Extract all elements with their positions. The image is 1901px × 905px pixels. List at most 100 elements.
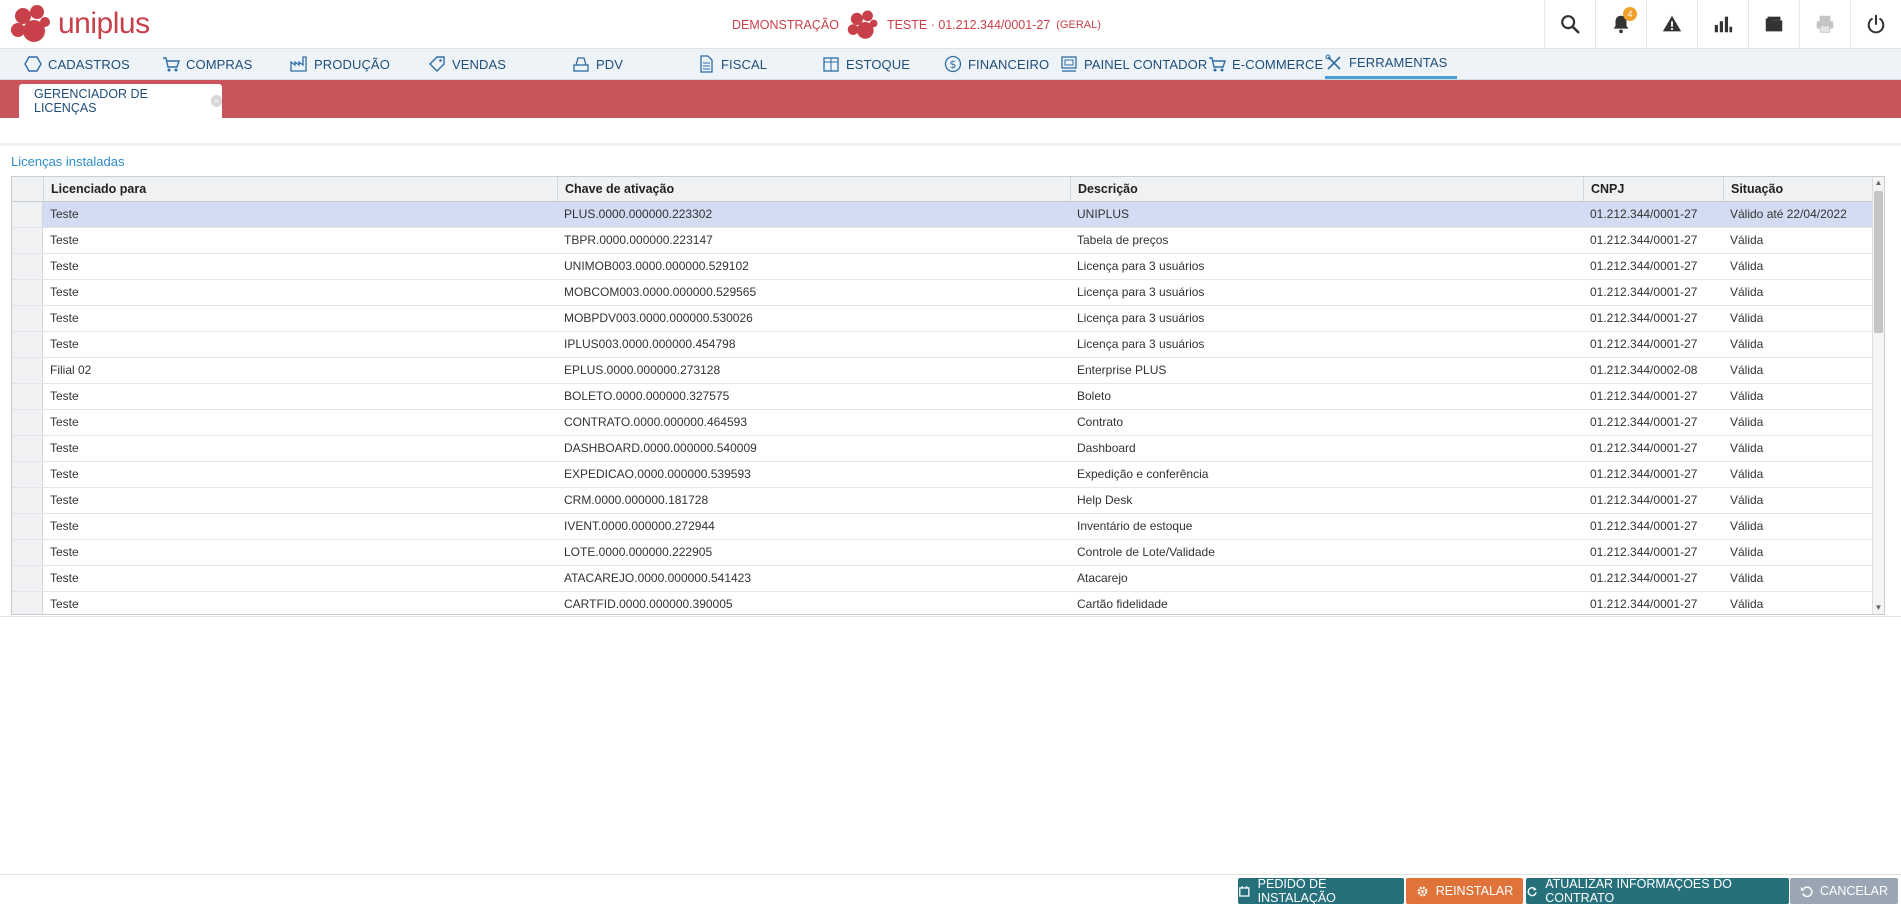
- print-button[interactable]: [1799, 0, 1850, 48]
- table-row[interactable]: Filial 02 EPLUS.0000.000000.273128 Enterpr…: [12, 358, 1872, 384]
- row-header[interactable]: [12, 254, 43, 279]
- table-row[interactable]: Teste CONTRATO.0000.000000.464593 Contrato…: [12, 410, 1872, 436]
- tools-icon: [1325, 54, 1341, 70]
- uniplus-logo[interactable]: uniplus: [10, 4, 150, 44]
- alerts-button[interactable]: [1646, 0, 1697, 48]
- row-header[interactable]: [12, 514, 43, 539]
- licensed-to-cell: Teste: [50, 493, 79, 507]
- licensed-to-cell: Teste: [50, 415, 79, 429]
- row-header[interactable]: [12, 462, 43, 487]
- row-header[interactable]: [12, 228, 43, 253]
- activation-key-cell: CRM.0000.000000.181728: [564, 493, 709, 507]
- top-bar: uniplus DEMONSTRAÇÃO TESTE · 01.212.344/…: [0, 0, 1901, 49]
- row-header[interactable]: [12, 540, 43, 565]
- row-header[interactable]: [12, 306, 43, 331]
- table-row[interactable]: Teste MOBPDV003.0000.000000.530026 Licença…: [12, 306, 1872, 332]
- table-row[interactable]: Teste BOLETO.0000.000000.327575 Boleto 01.2…: [12, 384, 1872, 410]
- table-row[interactable]: Teste ATACAREJO.0000.000000.541423 Atacare…: [12, 566, 1872, 592]
- status-cell: Válida: [1730, 441, 1764, 455]
- table-row[interactable]: Teste TBPR.0000.000000.223147 Tabela de pr…: [12, 228, 1872, 254]
- reinstalar-button[interactable]: REINSTALAR: [1406, 878, 1523, 904]
- company-selector[interactable]: DEMONSTRAÇÃO TESTE · 01.212.344/0001-27 …: [732, 10, 1101, 39]
- table-row[interactable]: Teste IPLUS003.0000.000000.454798 Licença …: [12, 332, 1872, 358]
- column-header[interactable]: CNPJ: [1583, 177, 1723, 201]
- cancelar-button[interactable]: CANCELAR: [1790, 878, 1898, 904]
- menu-label: PRODUÇÃO: [314, 56, 390, 72]
- menu-label: FINANCEIRO: [968, 56, 1050, 72]
- row-header[interactable]: [12, 280, 43, 305]
- panel-icon: [1061, 56, 1077, 72]
- activation-key-cell: EXPEDICAO.0000.000000.539593: [564, 467, 751, 481]
- table-row[interactable]: Teste IVENT.0000.000000.272944 Inventário …: [12, 514, 1872, 540]
- menu-pdv[interactable]: PDV: [572, 49, 623, 79]
- documents-button[interactable]: [1748, 0, 1799, 48]
- description-cell: Help Desk: [1077, 493, 1133, 507]
- search-button[interactable]: [1544, 0, 1595, 48]
- table-row[interactable]: Teste CRM.0000.000000.181728 Help Desk 01.2…: [12, 488, 1872, 514]
- activation-key-cell: BOLETO.0000.000000.327575: [564, 389, 730, 403]
- licensed-to-cell: Teste: [50, 571, 79, 585]
- scroll-thumb[interactable]: [1874, 191, 1883, 333]
- status-cell: Válida: [1730, 545, 1764, 559]
- tab-gerenciador-licencas[interactable]: GERENCIADOR DE LICENÇAS ×: [19, 84, 222, 118]
- menu-label: PDV: [596, 56, 624, 72]
- scroll-down-icon[interactable]: ▼: [1873, 602, 1884, 614]
- column-header[interactable]: Situação: [1723, 177, 1873, 201]
- table-scrollbar[interactable]: ▲ ▼: [1872, 177, 1884, 614]
- row-header[interactable]: [12, 384, 43, 409]
- row-header[interactable]: [12, 202, 43, 227]
- pedido-instalacao-button[interactable]: PEDIDO DE INSTALAÇÃO: [1238, 877, 1404, 905]
- row-header[interactable]: [12, 436, 43, 461]
- menu-ecommerce[interactable]: E-COMMERCE: [1208, 49, 1323, 79]
- licensed-to-cell: Teste: [50, 597, 79, 611]
- row-header[interactable]: [12, 592, 43, 614]
- table-row[interactable]: Teste LOTE.0000.000000.222905 Controle de …: [12, 540, 1872, 566]
- table-row[interactable]: Teste MOBCOM003.0000.000000.529565 Licença…: [12, 280, 1872, 306]
- menu-vendas[interactable]: VENDAS: [428, 49, 506, 79]
- status-cell: Válida: [1730, 571, 1764, 585]
- row-header[interactable]: [12, 332, 43, 357]
- notifications-button[interactable]: 4: [1595, 0, 1646, 48]
- menu-estoque[interactable]: ESTOQUE: [822, 49, 910, 79]
- table-row[interactable]: Teste CARTFID.0000.000000.390005 Cartão fi…: [12, 592, 1872, 614]
- table-row[interactable]: Teste UNIMOB003.0000.000000.529102 Licença…: [12, 254, 1872, 280]
- description-cell: Boleto: [1077, 389, 1112, 403]
- cnpj-cell: 01.212.344/0001-27: [1590, 259, 1698, 273]
- column-header[interactable]: Descrição: [1070, 177, 1583, 201]
- column-header[interactable]: Chave de ativação: [557, 177, 1070, 201]
- menu-fiscal[interactable]: FISCAL: [697, 49, 767, 79]
- tag-icon: [429, 56, 445, 72]
- licensed-to-cell: Teste: [50, 545, 79, 559]
- cart-icon: [1209, 57, 1226, 72]
- table-row[interactable]: Teste PLUS.0000.000000.223302 UNIPLUS 01.21…: [12, 202, 1872, 228]
- search-icon: [1561, 15, 1580, 34]
- close-tab-icon[interactable]: ×: [210, 95, 222, 107]
- mode-label: DEMONSTRAÇÃO: [732, 18, 839, 32]
- licensed-to-cell: Teste: [50, 441, 79, 455]
- activation-key-cell: LOTE.0000.000000.222905: [564, 545, 713, 559]
- atualizar-contrato-button[interactable]: ATUALIZAR INFORMAÇÕES DO CONTRATO: [1526, 877, 1789, 905]
- description-cell: Licença para 3 usuários: [1077, 259, 1205, 273]
- table-row[interactable]: Teste DASHBOARD.0000.000000.540009 Dashboa…: [12, 436, 1872, 462]
- column-header[interactable]: Licenciado para: [43, 177, 557, 201]
- menu-financeiro[interactable]: $ FINANCEIRO: [944, 49, 1049, 79]
- menu-painel-contador[interactable]: PAINEL CONTADOR: [1060, 49, 1207, 79]
- table-row[interactable]: Teste EXPEDICAO.0000.000000.539593 Expediç…: [12, 462, 1872, 488]
- menu-compras[interactable]: COMPRAS: [162, 49, 252, 79]
- reports-button[interactable]: [1697, 0, 1748, 48]
- scroll-up-icon[interactable]: ▲: [1873, 177, 1884, 189]
- row-header[interactable]: [12, 566, 43, 591]
- box-icon: [823, 57, 839, 72]
- description-cell: Enterprise PLUS: [1077, 363, 1167, 377]
- menu-ferramentas[interactable]: FERRAMENTAS: [1325, 49, 1458, 79]
- activation-key-cell: CARTFID.0000.000000.390005: [564, 597, 733, 611]
- row-header[interactable]: [12, 488, 43, 513]
- menu-producao[interactable]: PRODUÇÃO: [290, 49, 390, 79]
- menu-cadastros[interactable]: CADASTROS: [24, 49, 130, 79]
- row-header[interactable]: [12, 410, 43, 435]
- row-header[interactable]: [12, 358, 43, 383]
- factory-icon: [290, 56, 307, 72]
- description-cell: Contrato: [1077, 415, 1124, 429]
- logout-button[interactable]: [1850, 0, 1901, 48]
- cnpj-cell: 01.212.344/0001-27: [1590, 441, 1698, 455]
